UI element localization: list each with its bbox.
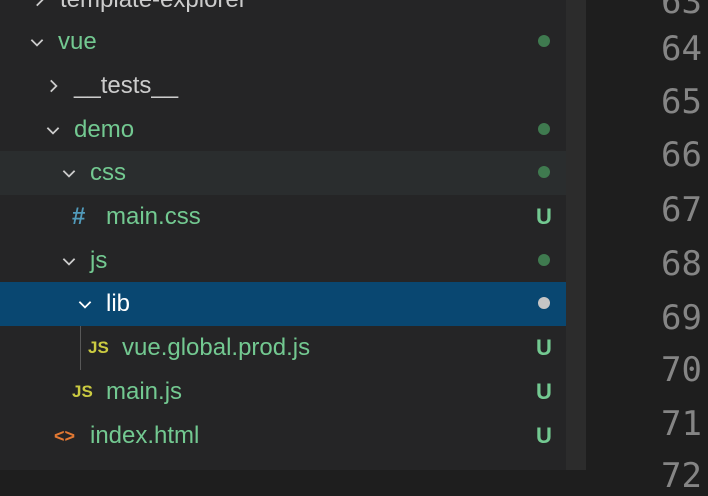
modified-dot-icon xyxy=(538,254,550,266)
line-number: 68 xyxy=(661,244,702,284)
line-number: 69 xyxy=(661,298,702,338)
tree-item-main-css[interactable]: # main.css U xyxy=(0,195,566,239)
untracked-badge: U xyxy=(536,335,552,360)
chevron-down-icon xyxy=(28,33,46,51)
tree-item-label: lib xyxy=(106,290,131,317)
tree-item-label: css xyxy=(90,159,126,186)
indent-guide xyxy=(80,326,81,370)
modified-dot-icon xyxy=(538,297,550,309)
html-file-icon: <> xyxy=(54,425,76,446)
css-file-icon: # xyxy=(72,203,86,230)
tree-item-tests[interactable]: __tests__ xyxy=(0,64,566,108)
tree-item-css[interactable]: css xyxy=(0,151,566,195)
line-number: 65 xyxy=(661,82,702,122)
js-file-icon: JS xyxy=(72,382,93,401)
tree-item-label: demo xyxy=(74,116,135,143)
tree-item-label: vue.global.prod.js xyxy=(122,334,311,361)
tree-item-label: main.css xyxy=(106,203,201,230)
explorer-scrollbar[interactable] xyxy=(566,0,586,470)
tree-item-main-js[interactable]: JS main.js U xyxy=(0,370,566,414)
modified-dot-icon xyxy=(538,35,550,47)
tree-item-label: main.js xyxy=(106,378,183,405)
tree-item-template-explorer[interactable]: template-explorer xyxy=(0,0,566,22)
chevron-down-icon xyxy=(76,295,94,313)
untracked-badge: U xyxy=(536,379,552,404)
tree-item-vue[interactable]: vue xyxy=(0,20,566,64)
untracked-badge: U xyxy=(536,204,552,229)
chevron-down-icon xyxy=(44,121,62,139)
tree-item-label: __tests__ xyxy=(74,72,179,99)
tree-item-index-html[interactable]: <> index.html U xyxy=(0,414,566,458)
modified-dot-icon xyxy=(538,123,550,135)
line-number: 64 xyxy=(661,29,702,69)
modified-dot-icon xyxy=(538,166,550,178)
untracked-badge: U xyxy=(536,423,552,448)
line-number: 63 xyxy=(661,0,702,22)
line-number: 70 xyxy=(661,350,702,390)
tree-item-label: template-explorer xyxy=(60,0,247,14)
line-number: 67 xyxy=(661,190,702,230)
tree-item-label: js xyxy=(90,247,108,274)
js-file-icon: JS xyxy=(88,338,109,357)
chevron-right-icon xyxy=(44,77,62,95)
tree-item-js[interactable]: js xyxy=(0,239,566,283)
tree-item-label: index.html xyxy=(90,422,200,449)
tree-item-label: vue xyxy=(58,28,97,55)
tree-item-demo[interactable]: demo xyxy=(0,108,566,152)
line-number: 71 xyxy=(661,404,702,444)
chevron-right-icon xyxy=(30,0,48,9)
chevron-down-icon xyxy=(60,252,78,270)
file-explorer: template-explorer vue __tests__ demo css… xyxy=(0,0,566,470)
tree-item-lib[interactable]: lib xyxy=(0,282,566,326)
editor-gutter: 63 64 65 66 67 68 69 70 71 72 xyxy=(586,0,708,496)
tree-item-vue-global-prod-js[interactable]: JS vue.global.prod.js U xyxy=(0,326,566,370)
line-number: 72 xyxy=(661,456,702,496)
line-number: 66 xyxy=(661,135,702,175)
chevron-down-icon xyxy=(60,164,78,182)
